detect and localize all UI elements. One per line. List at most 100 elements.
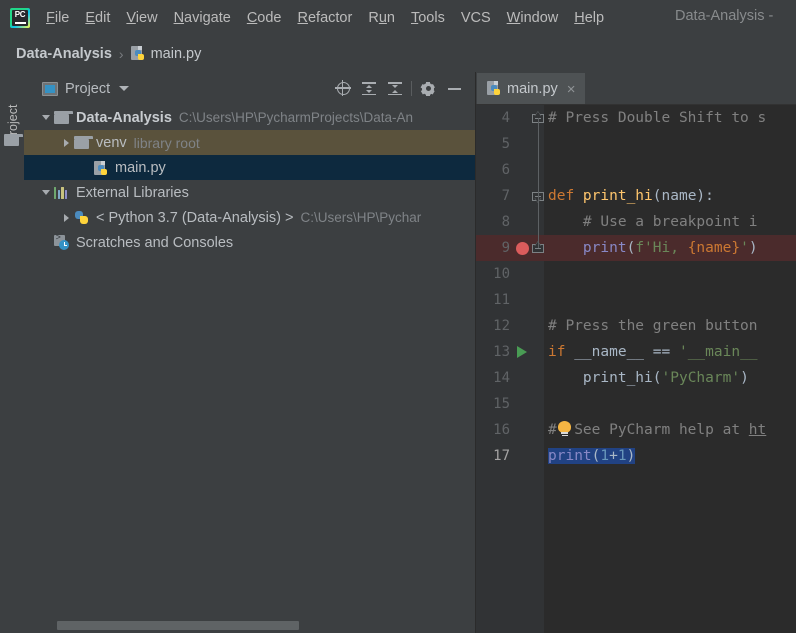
code-line[interactable]: 14 print_hi('PyCharm') [476, 365, 796, 391]
line-number: 4 [501, 110, 510, 126]
tree-row-detail: library root [133, 134, 200, 151]
project-horizontal-scrollbar[interactable] [24, 621, 475, 633]
menu-code[interactable]: Code [239, 7, 290, 29]
tree-row[interactable]: main.py [24, 155, 475, 180]
breadcrumb-project[interactable]: Data-Analysis [16, 46, 112, 62]
folder-icon [74, 136, 93, 149]
code-line[interactable]: 4 # Press Double Shift to s [476, 105, 796, 131]
code-text: # Use a breakpoint i [548, 209, 758, 235]
run-gutter-icon[interactable] [517, 346, 527, 358]
menu-navigate[interactable]: Navigate [166, 7, 239, 29]
code-line[interactable]: 5 [476, 131, 796, 157]
code-lines[interactable]: 4 # Press Double Shift to s 5 6 7 def print_h… [476, 105, 796, 469]
project-panel-title[interactable]: Project [65, 81, 110, 97]
line-number: 11 [493, 292, 510, 308]
tree-row-label: Data-Analysis [76, 109, 172, 126]
project-tree[interactable]: Data-Analysis C:\Users\HP\PycharmProjects… [24, 105, 475, 600]
menu-vcs[interactable]: VCS [453, 7, 499, 29]
menu-edit[interactable]: Edit [77, 7, 118, 29]
project-panel-actions [330, 72, 467, 105]
code-token: # Use a breakpoint i [548, 214, 758, 230]
code-line[interactable]: 16 # See PyCharm help at ht [476, 417, 796, 443]
scrollbar-thumb[interactable] [57, 621, 299, 630]
tree-row-label: External Libraries [76, 184, 189, 201]
code-line[interactable]: 12 # Press the green button [476, 313, 796, 339]
code-fold-ribbon [538, 118, 539, 248]
settings-button[interactable] [415, 76, 441, 102]
chevron-down-icon[interactable] [119, 86, 130, 91]
chevron-down-icon[interactable] [38, 115, 54, 120]
project-view-icon [42, 81, 58, 96]
code-token: 'PyCharm' [661, 370, 741, 386]
python-file-icon [94, 160, 109, 176]
hide-panel-button[interactable] [441, 76, 467, 102]
chevron-right-icon[interactable] [58, 213, 74, 222]
expand-all-icon [362, 82, 376, 95]
code-token: print_hi [582, 370, 653, 386]
tree-row[interactable]: Scratches and Consoles [24, 230, 475, 255]
line-number: 7 [501, 188, 510, 204]
tree-row[interactable]: < Python 3.7 (Data-Analysis) > C:\Users\H… [24, 205, 475, 230]
menu-window[interactable]: Window [499, 7, 567, 29]
code-token: ' [740, 240, 749, 256]
code-token: # Press the green button [548, 318, 758, 334]
intention-bulb-icon[interactable] [558, 421, 571, 437]
line-number: 6 [501, 162, 510, 178]
code-line[interactable]: 11 [476, 287, 796, 313]
python-file-icon [130, 45, 146, 62]
code-token: ): [696, 188, 714, 204]
select-opened-file-button[interactable] [330, 76, 356, 102]
code-line[interactable]: 7 def print_hi(name): [476, 183, 796, 209]
menu-refactor[interactable]: Refactor [290, 7, 361, 29]
code-line[interactable]: 9 print(f'Hi, {name}') [476, 235, 796, 261]
menu-help[interactable]: Help [566, 7, 612, 29]
code-line[interactable]: 6 [476, 157, 796, 183]
code-editor[interactable]: 4 # Press Double Shift to s 5 6 7 def print_h… [476, 105, 796, 633]
python-icon [74, 210, 90, 225]
code-token: 1 [600, 448, 610, 464]
tree-row-label: Scratches and Consoles [76, 234, 234, 251]
chevron-down-icon[interactable] [38, 190, 54, 195]
code-token: print_hi [582, 188, 653, 204]
code-token: print [582, 240, 627, 256]
code-text: print(1+1) [548, 443, 636, 469]
code-token: ( [652, 188, 662, 204]
menu-file[interactable]: File [38, 7, 77, 29]
breakpoint-icon[interactable] [516, 242, 529, 255]
tree-row[interactable]: Data-Analysis C:\Users\HP\PycharmProjects… [24, 105, 475, 130]
code-line[interactable]: 15 [476, 391, 796, 417]
folder-icon[interactable] [4, 134, 23, 146]
code-line[interactable]: 13 if __name__ == '__main__ [476, 339, 796, 365]
close-icon[interactable]: × [567, 82, 576, 97]
code-token: f'Hi, [635, 240, 688, 256]
code-token: ( [652, 370, 662, 386]
menu-view[interactable]: View [118, 7, 165, 29]
code-text: def print_hi(name): [548, 183, 714, 209]
chevron-right-icon[interactable] [58, 138, 74, 147]
line-number: 15 [493, 396, 510, 412]
tree-row-path: C:\Users\HP\Pychar [300, 210, 422, 225]
expand-all-button[interactable] [356, 76, 382, 102]
code-line[interactable]: 8 # Use a breakpoint i [476, 209, 796, 235]
tree-row[interactable]: External Libraries [24, 180, 475, 205]
pycharm-logo-icon: PC [10, 7, 30, 28]
collapse-all-button[interactable] [382, 76, 408, 102]
code-token: ) [748, 240, 758, 256]
code-token: + [609, 448, 618, 464]
code-token: print [548, 448, 592, 464]
line-number: 5 [501, 136, 510, 152]
menu-run[interactable]: Run [360, 7, 403, 29]
line-number: 10 [493, 266, 510, 282]
code-token: # Press Double Shift to s [548, 110, 767, 126]
line-number: 9 [501, 240, 510, 256]
menu-tools[interactable]: Tools [403, 7, 453, 29]
minimize-icon [447, 87, 461, 90]
code-line[interactable]: 10 [476, 261, 796, 287]
tool-window-button-project[interactable]: Project [6, 92, 20, 156]
tree-row[interactable]: venv library root [24, 130, 475, 155]
editor-tab-main-py[interactable]: main.py × [477, 73, 585, 105]
breadcrumb-file[interactable]: main.py [151, 46, 202, 62]
code-line[interactable]: 17 print(1+1) [476, 443, 796, 469]
